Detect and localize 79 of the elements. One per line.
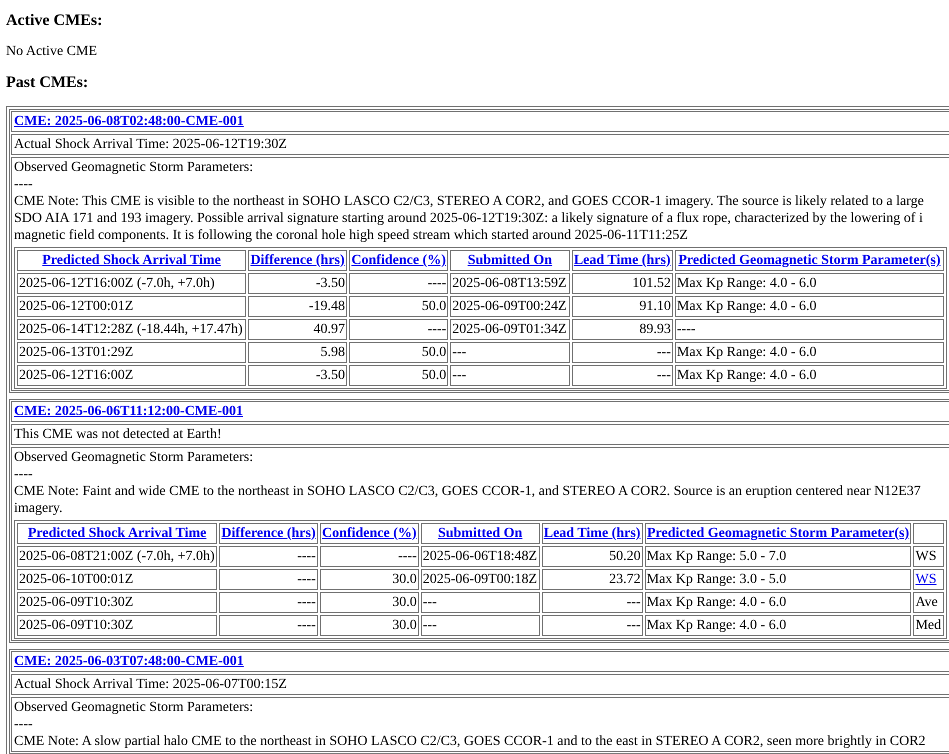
table-cell: 2025-06-09T00:18Z: [420, 569, 540, 590]
table-cell: 2025-06-10T00:01Z: [17, 569, 218, 590]
table-cell: 5.98: [248, 342, 347, 363]
table-cell: Max Kp Range: 4.0 - 6.0: [674, 365, 944, 386]
table-cell: Max Kp Range: 4.0 - 6.0: [644, 592, 912, 613]
table-cell: 2025-06-08T13:59Z: [450, 273, 570, 294]
observed-label: Observed Geomagnetic Storm Parameters:: [14, 699, 254, 716]
table-cell: 30.0: [320, 569, 419, 590]
table-cell: 30.0: [320, 615, 419, 636]
table-cell: -3.50: [248, 273, 347, 294]
table-cell: ----: [219, 546, 318, 567]
table-cell: 2025-06-08T21:00Z (-7.0h, +7.0h): [17, 546, 218, 567]
table-cell: 50.20: [542, 546, 643, 567]
table-cell: 50.0: [349, 296, 448, 317]
table-cell: 2025-06-12T16:00Z: [17, 365, 246, 386]
table-cell: Max Kp Range: 4.0 - 6.0: [644, 615, 912, 636]
table-cell: 30.0: [320, 592, 419, 613]
observed-label: Observed Geomagnetic Storm Parameters:: [14, 159, 254, 176]
table-cell: 2025-06-09T00:24Z: [450, 296, 570, 317]
observed-label: Observed Geomagnetic Storm Parameters:: [14, 449, 254, 466]
table-cell: Max Kp Range: 5.0 - 7.0: [644, 546, 912, 567]
observed-value: ----: [14, 466, 34, 483]
table-cell: Max Kp Range: 4.0 - 6.0: [674, 296, 944, 317]
table-cell: 50.0: [349, 342, 448, 363]
table-cell: Ave: [913, 592, 944, 613]
cme-note-line: CME Note: This CME is visible to the northeast in SOHO LASCO C2/C3, STEREO A COR2, and GOES CCOR-1 imagery. The source is likely related to a large: [14, 193, 925, 210]
observed-value: ----: [14, 716, 34, 733]
table-cell: ---: [572, 342, 673, 363]
table-cell: 40.97: [248, 319, 347, 340]
table-cell: ----: [219, 569, 318, 590]
model-link[interactable]: WS: [915, 572, 936, 587]
cme-status: Actual Shock Arrival Time: 2025-06-12T19:30Z: [14, 137, 287, 152]
table-cell: ---: [420, 592, 540, 613]
table-cell: ---: [542, 615, 643, 636]
table-cell: -19.48: [248, 296, 347, 317]
cme-status: This CME was not detected at Earth!: [14, 427, 222, 442]
cme-status: Actual Shock Arrival Time: 2025-06-07T00:15Z: [14, 677, 287, 692]
table-cell: ----: [219, 615, 318, 636]
table-cell: ----: [674, 319, 944, 340]
table-cell: 89.93: [572, 319, 673, 340]
active-cme-message: No Active CME: [6, 44, 98, 60]
table-cell: ---: [450, 342, 570, 363]
table-cell: 2025-06-06T18:48Z: [420, 546, 540, 567]
table-cell: 2025-06-09T10:30Z: [17, 592, 218, 613]
table-cell: ---: [450, 365, 570, 386]
table-cell: 23.72: [542, 569, 643, 590]
table-cell: Max Kp Range: 4.0 - 6.0: [674, 342, 944, 363]
table-cell: ----: [349, 273, 448, 294]
table-cell: ----: [219, 592, 318, 613]
cme-note-line: SDO AIA 171 and 193 imagery. Possible arrival signature starting around 2025-06-12T19:30Z: a likely signature of a flux rope, characterized by the lowering of i: [14, 210, 924, 227]
table-cell: Max Kp Range: 3.0 - 5.0: [644, 569, 912, 590]
table-cell: 2025-06-09T10:30Z: [17, 615, 218, 636]
table-cell: ---: [542, 592, 643, 613]
table-cell: Max Kp Range: 4.0 - 6.0: [674, 273, 944, 294]
cme-title-link[interactable]: CME: 2025-06-06T11:12:00-CME-001: [14, 404, 244, 419]
table-cell: 50.0: [349, 365, 448, 386]
cme-note-line: CME Note: A slow partial halo CME to the northeast in SOHO LASCO C2/C3, GOES CCOR-1 and to the east in STEREO A COR2, seen more brightly in COR2: [14, 733, 927, 750]
cme-note-line: CME Note: Faint and wide CME to the northeast in SOHO LASCO C2/C3, GOES CCOR-1, and STEREO A COR2. Source is an eruption centered near N12E37: [14, 483, 922, 500]
observed-value: ----: [14, 176, 34, 193]
table-cell: 101.52: [572, 273, 673, 294]
table-cell: 2025-06-14T12:28Z (-18.44h, +17.47h): [17, 319, 246, 340]
table-cell: 91.10: [572, 296, 673, 317]
table-cell: 2025-06-12T16:00Z (-7.0h, +7.0h): [17, 273, 246, 294]
table-cell: ----: [349, 319, 448, 340]
table-cell: WS: [913, 546, 944, 567]
table-cell: 2025-06-13T01:29Z: [17, 342, 246, 363]
table-cell: -3.50: [248, 365, 347, 386]
cme-note-line: imagery.: [14, 500, 64, 517]
table-cell: ----: [320, 546, 419, 567]
table-cell: 2025-06-12T00:01Z: [17, 296, 246, 317]
cme-title-link[interactable]: CME: 2025-06-03T07:48:00-CME-001: [14, 654, 244, 669]
section-heading: Active CMEs:: [6, 12, 104, 30]
table-cell: Med: [913, 615, 944, 636]
section-heading: Past CMEs:: [6, 74, 90, 92]
cme-title-link[interactable]: CME: 2025-06-08T02:48:00-CME-001: [14, 114, 244, 129]
cme-note-line: magnetic field components. It is following the coronal hole high speed stream which started around 2025-06-11T11:25Z: [14, 227, 689, 244]
table-cell: 2025-06-09T01:34Z: [450, 319, 570, 340]
table-cell: ---: [420, 615, 540, 636]
table-cell: ---: [572, 365, 673, 386]
